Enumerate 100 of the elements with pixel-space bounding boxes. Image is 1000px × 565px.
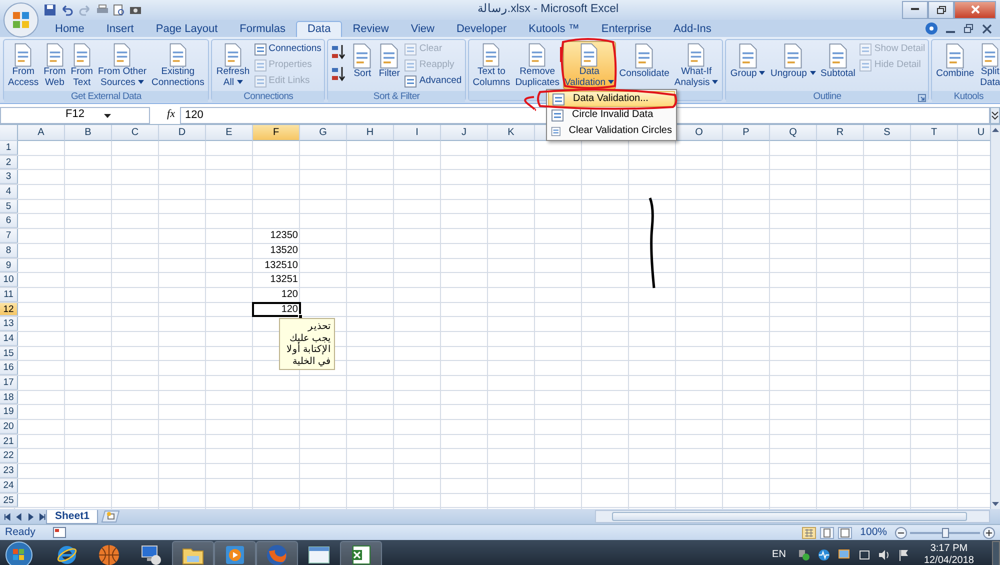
ribbon-button[interactable]: From Access bbox=[6, 41, 41, 90]
column-header[interactable]: D bbox=[159, 125, 206, 141]
row-header[interactable]: 7 bbox=[0, 229, 18, 243]
row-header[interactable]: 4 bbox=[0, 185, 18, 199]
ribbon-tab[interactable]: Insert bbox=[95, 20, 145, 37]
row-header[interactable]: 2 bbox=[0, 156, 18, 170]
column-header[interactable]: H bbox=[347, 125, 394, 141]
column-header[interactable]: A bbox=[18, 125, 65, 141]
slider-thumb[interactable] bbox=[942, 528, 949, 538]
ribbon-button[interactable]: Ungroup bbox=[768, 41, 818, 90]
ribbon-button[interactable]: Connections bbox=[252, 41, 322, 57]
row-header[interactable]: 11 bbox=[0, 288, 18, 302]
flag-icon[interactable] bbox=[898, 548, 910, 560]
ribbon-tab[interactable]: Add-Ins bbox=[662, 20, 722, 37]
taskbar-button[interactable] bbox=[340, 541, 382, 565]
ribbon-button[interactable]: Refresh All bbox=[214, 41, 252, 90]
row-header[interactable]: 21 bbox=[0, 434, 18, 448]
ribbon-button[interactable]: From Web bbox=[42, 41, 68, 90]
column-header[interactable]: G bbox=[300, 125, 347, 141]
row-header[interactable]: 14 bbox=[0, 332, 18, 346]
printer-icon[interactable] bbox=[96, 4, 109, 16]
column-header[interactable]: E bbox=[206, 125, 253, 141]
ribbon-button[interactable]: Consolidate bbox=[617, 41, 672, 90]
ribbon-button[interactable]: What-If Analysis bbox=[672, 41, 720, 90]
zoom-level[interactable]: 100% bbox=[860, 526, 887, 539]
zoom-in-icon[interactable] bbox=[983, 526, 995, 538]
language-indicator[interactable]: EN bbox=[772, 548, 786, 560]
column-header[interactable]: U bbox=[958, 125, 990, 141]
active-cell[interactable]: 120 bbox=[253, 302, 300, 316]
column-header[interactable]: B bbox=[65, 125, 112, 141]
column-header[interactable]: T bbox=[911, 125, 958, 141]
row-header[interactable]: 25 bbox=[0, 494, 18, 508]
network-icon[interactable] bbox=[798, 548, 810, 560]
row-header[interactable]: 9 bbox=[0, 258, 18, 272]
row-header[interactable]: 10 bbox=[0, 273, 18, 287]
row-header[interactable]: 3 bbox=[0, 170, 18, 184]
minimize-button[interactable] bbox=[902, 1, 928, 19]
maximize-button[interactable] bbox=[928, 1, 954, 19]
tab-scroll-icon[interactable] bbox=[3, 512, 11, 520]
ribbon-tab[interactable]: Data bbox=[296, 20, 342, 37]
macro-record-icon[interactable] bbox=[53, 527, 66, 538]
row-header[interactable]: 20 bbox=[0, 420, 18, 434]
ribbon-tab[interactable]: Home bbox=[44, 20, 96, 37]
clock-date[interactable]: 12/04/2018 bbox=[924, 554, 974, 565]
row-header[interactable]: 17 bbox=[0, 376, 18, 390]
table-cell[interactable]: 120 bbox=[253, 288, 300, 302]
page-layout-icon[interactable] bbox=[820, 526, 834, 538]
row-header[interactable]: 18 bbox=[0, 390, 18, 404]
close-button[interactable] bbox=[954, 1, 996, 19]
ribbon-button[interactable]: Advanced bbox=[403, 73, 463, 89]
ribbon-tab[interactable]: View bbox=[400, 20, 446, 37]
page-break-icon[interactable] bbox=[838, 526, 852, 538]
ribbon-tab[interactable]: Kutools ™ bbox=[518, 20, 590, 37]
column-header[interactable]: R bbox=[817, 125, 864, 141]
menu-item[interactable]: Clear Validation Circles bbox=[548, 123, 675, 139]
column-header[interactable]: Q bbox=[770, 125, 817, 141]
table-cell[interactable]: 13251 bbox=[253, 273, 300, 287]
ribbon-button[interactable]: Split Data bbox=[977, 41, 1000, 90]
column-header[interactable]: I bbox=[394, 125, 441, 141]
camera-icon[interactable] bbox=[129, 4, 142, 16]
ribbon-button[interactable]: From Other Sources bbox=[96, 41, 149, 90]
pulse-icon[interactable] bbox=[818, 548, 830, 560]
ribbon-button[interactable]: Text to Columns bbox=[470, 41, 512, 90]
column-header[interactable]: J bbox=[441, 125, 488, 141]
column-header[interactable]: K bbox=[488, 125, 535, 141]
ribbon-button[interactable]: Existing Connections bbox=[150, 41, 206, 90]
help-icon[interactable] bbox=[925, 22, 938, 35]
function-label[interactable]: fx bbox=[150, 108, 180, 122]
computer-icon[interactable] bbox=[838, 548, 850, 560]
zoom-slider[interactable] bbox=[910, 528, 980, 538]
start-button[interactable] bbox=[4, 540, 34, 565]
row-header[interactable]: 6 bbox=[0, 214, 18, 228]
horizontal-scrollbar[interactable] bbox=[595, 510, 990, 523]
column-header[interactable]: S bbox=[864, 125, 911, 141]
row-header[interactable]: 13 bbox=[0, 317, 18, 331]
ribbon-tab[interactable]: Enterprise bbox=[590, 20, 662, 37]
row-header[interactable]: 16 bbox=[0, 361, 18, 375]
row-header[interactable]: 8 bbox=[0, 244, 18, 258]
row-header[interactable]: 19 bbox=[0, 405, 18, 420]
row-header[interactable]: 15 bbox=[0, 346, 18, 360]
column-header[interactable]: C bbox=[112, 125, 159, 141]
insert-sheet-icon[interactable] bbox=[101, 510, 122, 523]
ribbon-button[interactable]: Group bbox=[728, 41, 768, 90]
ribbon-tab[interactable]: Formulas bbox=[228, 20, 296, 37]
expand-icon[interactable] bbox=[990, 106, 1000, 124]
ribbon-tab[interactable]: Review bbox=[342, 20, 400, 37]
close-icon[interactable] bbox=[982, 24, 992, 34]
clock-time[interactable]: 3:17 PM bbox=[930, 542, 968, 554]
taskbar-button[interactable] bbox=[172, 541, 214, 565]
ribbon-tab[interactable]: Page Layout bbox=[144, 20, 229, 37]
normal-view-icon[interactable] bbox=[802, 526, 816, 538]
ribbon-button[interactable]: From Text bbox=[68, 41, 95, 90]
tablet-icon[interactable] bbox=[858, 548, 870, 560]
vertical-scrollbar[interactable] bbox=[990, 125, 1000, 509]
dialog-launcher-icon[interactable] bbox=[918, 94, 926, 102]
ribbon-button[interactable]: Remove Duplicates bbox=[513, 41, 562, 90]
column-header[interactable]: O bbox=[676, 125, 723, 141]
row-header[interactable]: 22 bbox=[0, 449, 18, 464]
speaker-icon[interactable] bbox=[878, 548, 890, 560]
menu-item[interactable]: Data Validation... bbox=[548, 91, 675, 107]
